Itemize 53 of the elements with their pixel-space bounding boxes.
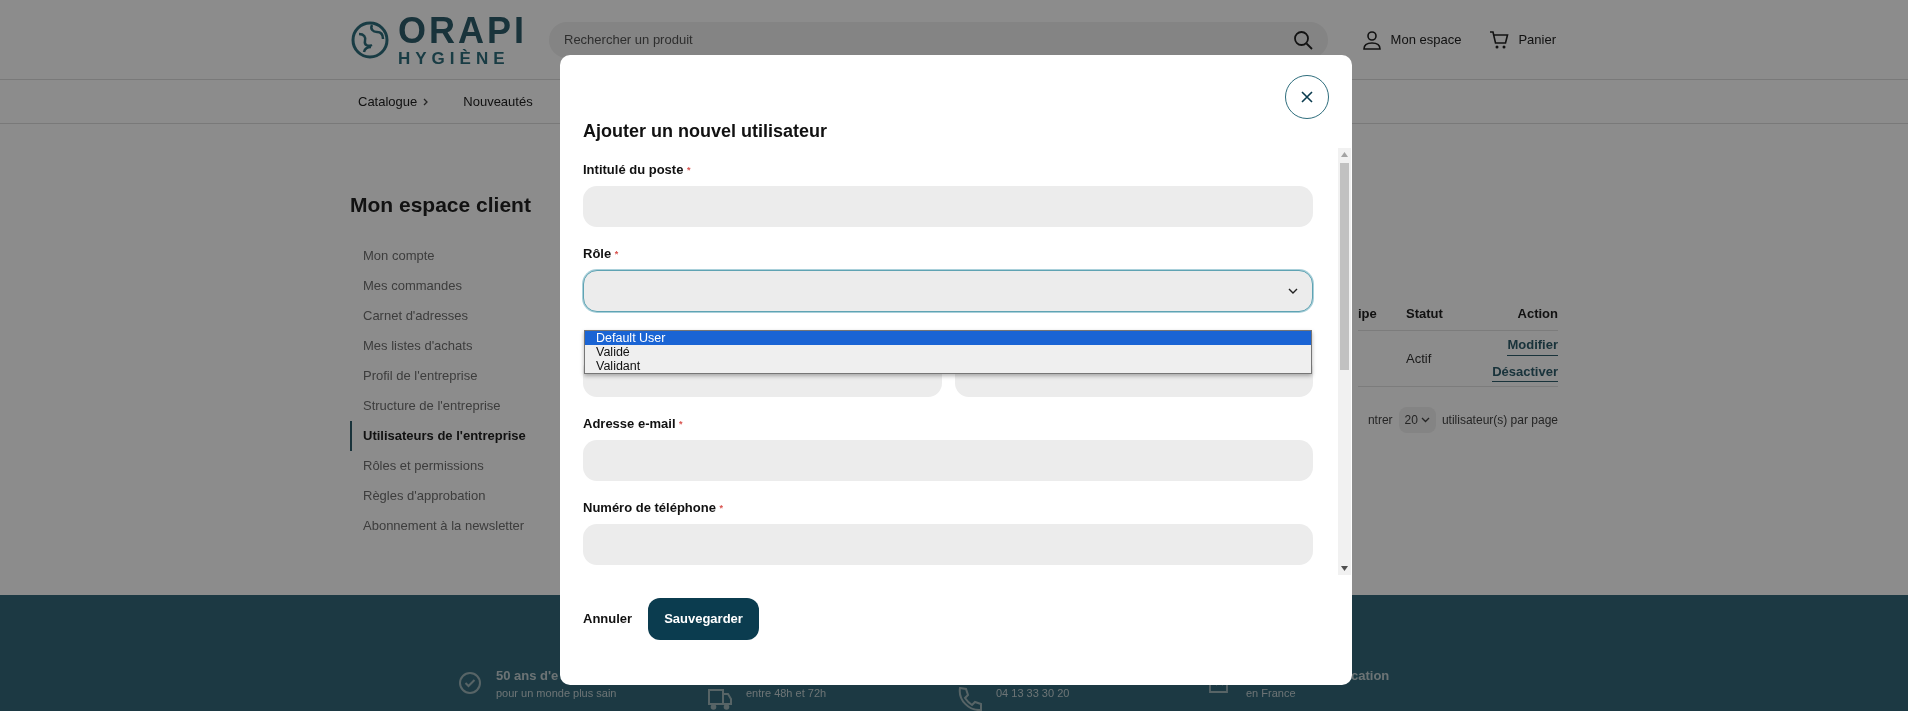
- scrollbar-thumb[interactable]: [1340, 163, 1349, 370]
- search-field[interactable]: Rechercher un produit: [549, 21, 1328, 58]
- required-mark: *: [614, 249, 619, 259]
- scroll-down-icon: [1341, 566, 1348, 571]
- required-mark: *: [679, 419, 683, 429]
- feature-subtitle: 04 13 33 30 20: [996, 686, 1070, 701]
- select-field[interactable]: [583, 270, 1313, 312]
- chevron-down-icon: [1420, 417, 1430, 423]
- cart-icon: [1489, 29, 1510, 50]
- chevron-down-icon: [1288, 288, 1298, 294]
- globe-icon: [350, 19, 390, 60]
- scrollbar[interactable]: [1338, 148, 1351, 575]
- badge-check-icon: [458, 671, 482, 695]
- phone-icon: [958, 687, 982, 711]
- field-label: Rôle *: [583, 245, 620, 263]
- dropdown-option[interactable]: Validé: [585, 345, 1311, 359]
- close-icon: [1301, 91, 1313, 103]
- pagination-label: ntrer: [1367, 412, 1393, 429]
- modal-title: Ajouter un nouvel utilisateur: [582, 120, 829, 143]
- field-label: Intitulé du poste *: [583, 161, 692, 179]
- header-link[interactable]: Mon espace: [1361, 29, 1462, 50]
- field-label: Numéro de téléphone *: [583, 499, 725, 517]
- feature-subtitle: pour un monde plus sain: [496, 686, 617, 701]
- logo-text: ORAPI: [398, 12, 527, 49]
- nav-link[interactable]: Catalogue: [358, 91, 430, 112]
- feature-title: cation: [1351, 668, 1390, 684]
- column-header: ipe: [1358, 305, 1378, 323]
- column-header: Statut: [1405, 305, 1444, 323]
- search-icon: [1293, 29, 1313, 50]
- header-link[interactable]: Panier: [1489, 29, 1556, 50]
- truck-icon: [708, 687, 732, 711]
- chevron-right-icon: [423, 97, 430, 106]
- action-link[interactable]: Modifier: [1507, 335, 1558, 356]
- dropdown-option[interactable]: Default User: [585, 331, 1311, 345]
- per-page-select[interactable]: 20: [1398, 407, 1436, 433]
- user-icon: [1361, 29, 1382, 50]
- close-button[interactable]: [1285, 75, 1329, 119]
- logo-subtitle: HYGIÈNE: [398, 49, 511, 67]
- feature-subtitle: entre 48h et 72h: [746, 686, 827, 701]
- action-link[interactable]: Désactiver: [1492, 361, 1558, 382]
- save-button[interactable]: Sauvegarder: [648, 598, 759, 640]
- cancel-button[interactable]: Annuler: [583, 609, 633, 629]
- scroll-up-icon: [1341, 152, 1348, 157]
- feature-subtitle: en France: [1246, 686, 1297, 701]
- sidebar-title: Mon espace client: [350, 192, 532, 218]
- pagination-label: utilisateur(s) par page: [1441, 412, 1558, 429]
- required-mark: *: [719, 503, 724, 513]
- column-header: Action: [1516, 305, 1558, 323]
- nav-link[interactable]: Nouveautés: [463, 91, 533, 112]
- required-mark: *: [687, 165, 691, 175]
- table-cell-text: Actif: [1405, 349, 1433, 368]
- feature-title: 50 ans d'e: [496, 668, 560, 684]
- dropdown-option[interactable]: Validant: [585, 359, 1311, 373]
